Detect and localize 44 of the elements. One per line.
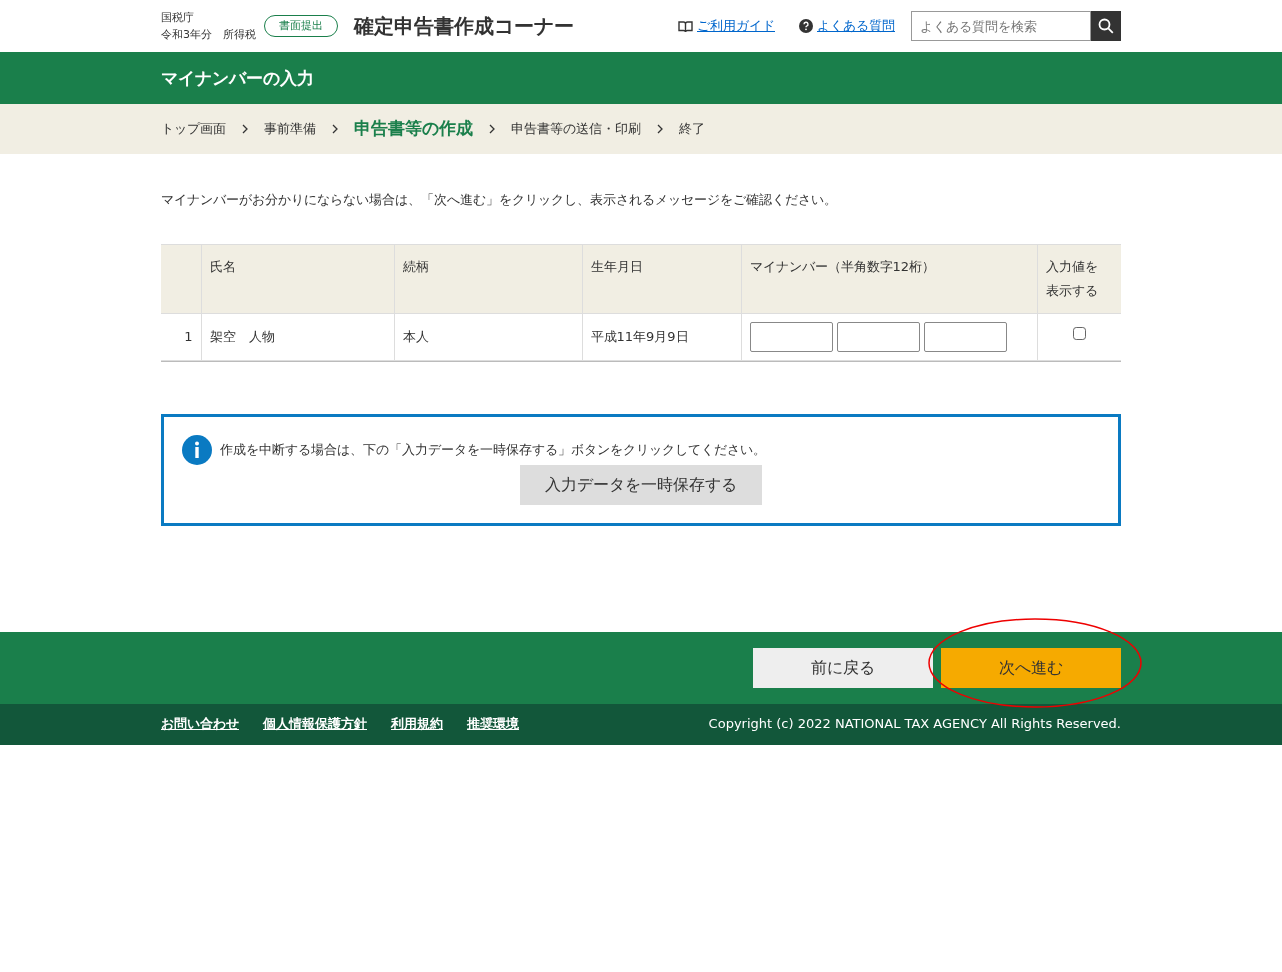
progress-step: トップ画面 — [161, 119, 226, 139]
relation-cell: 本人 — [394, 313, 582, 360]
faq-link[interactable]: よくある質問 — [817, 16, 895, 36]
birthday-cell: 平成11年9月9日 — [582, 313, 741, 360]
mynumber-input[interactable] — [749, 321, 833, 352]
footer-link[interactable]: 個人情報保護方針 — [263, 714, 367, 734]
column-header: 生年月日 — [582, 244, 741, 313]
agency-name: 国税庁 — [161, 10, 195, 26]
mynumber-input[interactable] — [923, 321, 1007, 352]
guide-link[interactable]: ご利用ガイド — [697, 16, 775, 36]
footer-link[interactable]: お問い合わせ — [161, 714, 239, 734]
search-icon — [1098, 18, 1114, 34]
progress-step: 申告書等の作成 — [354, 116, 473, 142]
info-icon — [182, 434, 212, 465]
footer-link[interactable]: 利用規約 — [391, 714, 443, 734]
copyright-text: Copyright (c) 2022 NATIONAL TAX AGENCY All Rights Reserved. — [708, 715, 1121, 734]
chevron-icon — [657, 124, 663, 134]
chevron-icon — [332, 124, 338, 134]
name-cell: 架空 人物 — [201, 313, 394, 360]
footer-link[interactable]: 推奨環境 — [467, 714, 519, 734]
save-draft-button[interactable]: 入力データを一時保存する — [520, 464, 762, 505]
page-title: マイナンバーの入力 — [161, 67, 315, 90]
show-value-checkbox[interactable] — [1072, 326, 1086, 340]
mynumber-input[interactable] — [836, 321, 920, 352]
search-button[interactable] — [1091, 11, 1121, 41]
column-header: 続柄 — [394, 244, 582, 313]
row-number: 1 — [161, 313, 201, 360]
intro-text: マイナンバーがお分かりにならない場合は、「次へ進む」をクリックし、表示されるメッセージをご確認ください。 — [161, 191, 838, 209]
back-button[interactable]: 前に戻る — [753, 647, 933, 688]
book-icon — [678, 19, 693, 33]
search-field[interactable]: よくある質問を検索 — [911, 11, 1091, 41]
progress-step: 申告書等の送信・印刷 — [511, 119, 641, 139]
notice-text: 作成を中断する場合は、下の「入力データを一時保存する」ボタンをクリックしてください。 — [220, 440, 766, 459]
column-header: マイナンバー（半角数字12桁） — [741, 244, 1037, 313]
column-header: 氏名 — [201, 244, 394, 313]
chevron-icon — [242, 124, 248, 134]
progress-step: 事前準備 — [264, 119, 316, 139]
help-icon — [799, 19, 813, 33]
tax-year: 令和3年分 所得税 — [161, 27, 256, 43]
next-button[interactable]: 次へ進む — [941, 647, 1121, 688]
progress-step: 終了 — [679, 119, 705, 139]
column-header: 入力値を表示する — [1037, 244, 1121, 313]
site-title: 確定申告書作成コーナー — [354, 13, 574, 40]
chevron-icon — [489, 124, 495, 134]
